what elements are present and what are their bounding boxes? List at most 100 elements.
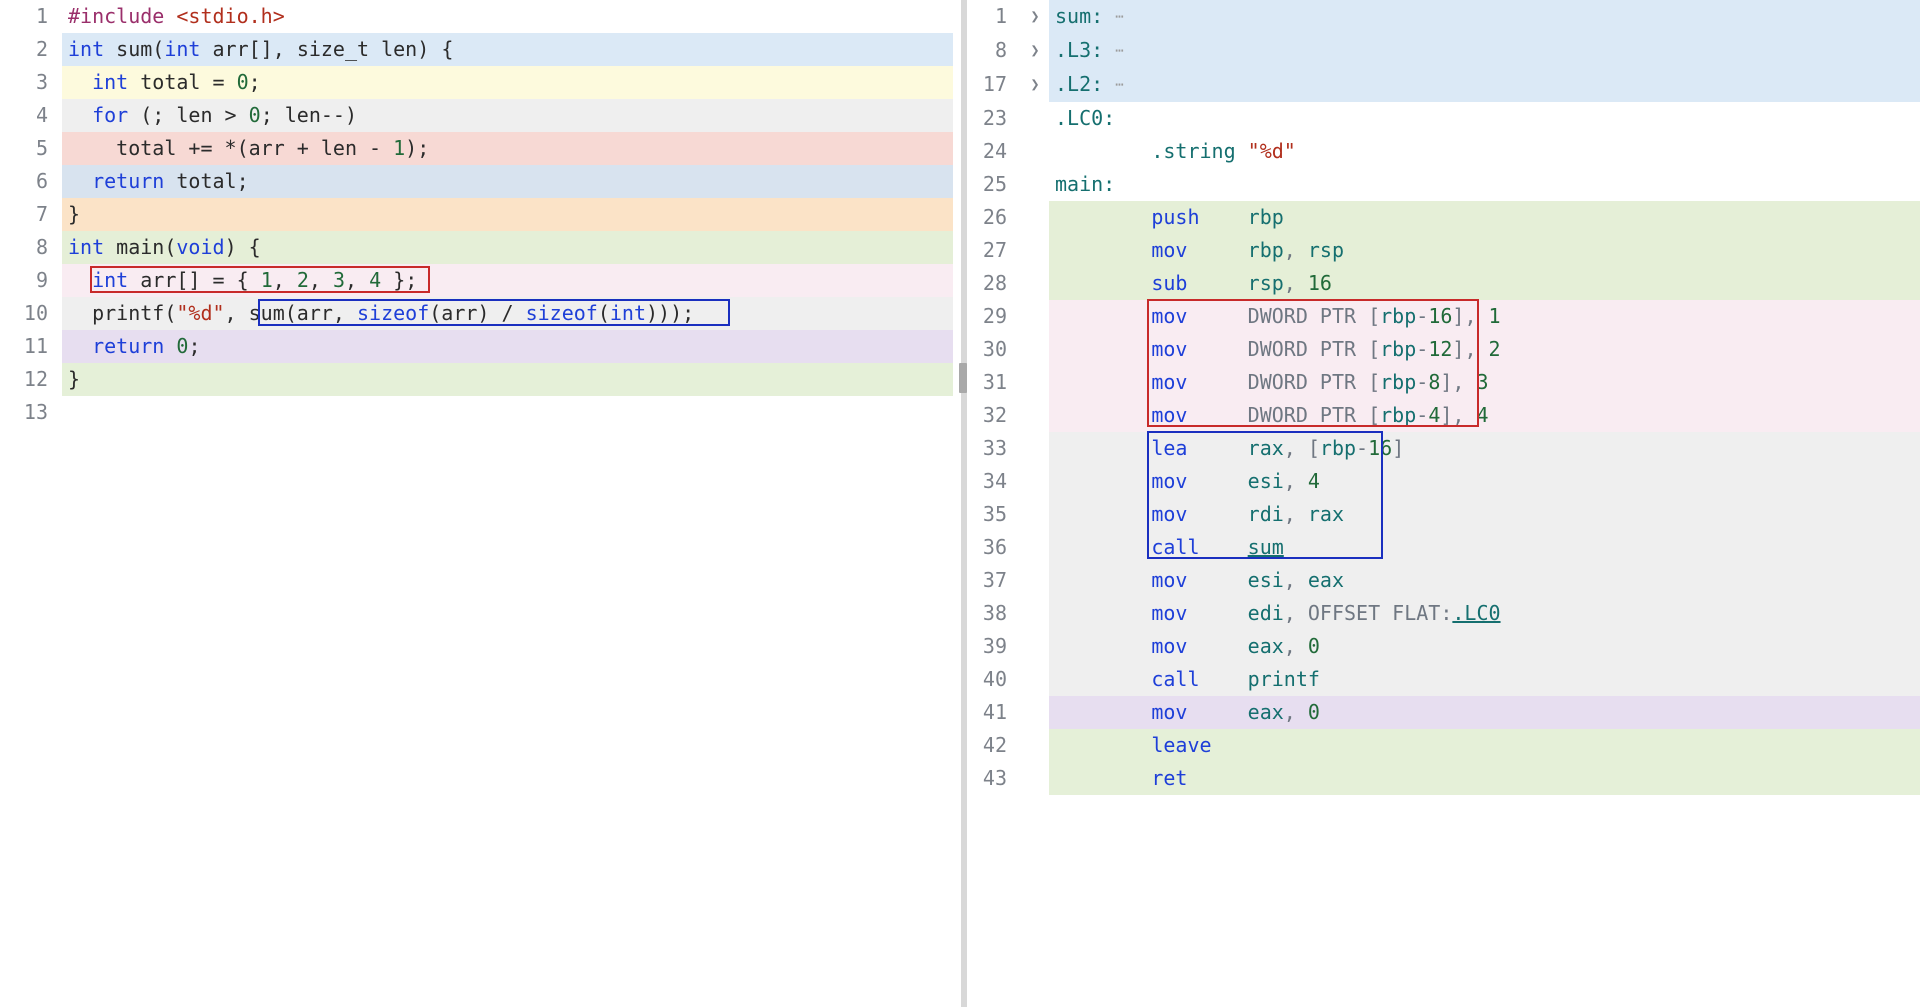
code-content[interactable]: return 0;: [62, 330, 953, 363]
code-content[interactable]: mov edi, OFFSET FLAT:.LC0: [1049, 597, 1920, 630]
code-line[interactable]: 1#include <stdio.h>: [0, 0, 953, 33]
code-line[interactable]: 42 leave: [967, 729, 1920, 762]
code-content[interactable]: }: [62, 363, 953, 396]
code-token: 16: [1308, 271, 1332, 295]
code-line[interactable]: 37 mov esi, eax: [967, 564, 1920, 597]
code-line[interactable]: 8int main(void) {: [0, 231, 953, 264]
code-line[interactable]: 13: [0, 396, 953, 429]
code-content[interactable]: mov eax, 0: [1049, 696, 1920, 729]
code-line[interactable]: 6 return total;: [0, 165, 953, 198]
code-content[interactable]: sum: ⋯: [1049, 0, 1920, 34]
code-token: [1187, 502, 1247, 526]
code-line[interactable]: 9 int arr[] = { 1, 2, 3, 4 };: [0, 264, 953, 297]
code-line[interactable]: 23.LC0:: [967, 102, 1920, 135]
code-line[interactable]: 24 .string "%d": [967, 135, 1920, 168]
code-line[interactable]: 40 call printf: [967, 663, 1920, 696]
code-content[interactable]: .L3: ⋯: [1049, 34, 1920, 68]
code-line[interactable]: 36 call sum: [967, 531, 1920, 564]
code-line[interactable]: 10 printf("%d", sum(arr, sizeof(arr) / s…: [0, 297, 953, 330]
code-token: [1055, 271, 1151, 295]
line-number: 34: [967, 465, 1021, 498]
code-line[interactable]: 25main:: [967, 168, 1920, 201]
code-token: [1187, 304, 1247, 328]
code-line[interactable]: 8❯.L3: ⋯: [967, 34, 1920, 68]
code-line[interactable]: 39 mov eax, 0: [967, 630, 1920, 663]
code-line[interactable]: 32 mov DWORD PTR [rbp-4], 4: [967, 399, 1920, 432]
code-token: size_t: [297, 37, 369, 61]
code-content[interactable]: call printf: [1049, 663, 1920, 696]
code-content[interactable]: .L2: ⋯: [1049, 68, 1920, 102]
code-content[interactable]: int main(void) {: [62, 231, 953, 264]
code-line[interactable]: 3 int total = 0;: [0, 66, 953, 99]
code-token: =: [213, 70, 237, 94]
code-line[interactable]: 4 for (; len > 0; len--): [0, 99, 953, 132]
code-token: .LC0: [1452, 601, 1500, 625]
code-content[interactable]: sub rsp, 16: [1049, 267, 1920, 300]
code-content[interactable]: main:: [1049, 168, 1920, 201]
code-content[interactable]: mov eax, 0: [1049, 630, 1920, 663]
code-line[interactable]: 33 lea rax, [rbp-16]: [967, 432, 1920, 465]
code-content[interactable]: push rbp: [1049, 201, 1920, 234]
code-content[interactable]: lea rax, [rbp-16]: [1049, 432, 1920, 465]
code-content[interactable]: int arr[] = { 1, 2, 3, 4 };: [62, 264, 953, 297]
code-content[interactable]: #include <stdio.h>: [62, 0, 953, 33]
code-content[interactable]: mov rdi, rax: [1049, 498, 1920, 531]
splitter-handle-icon[interactable]: [959, 363, 967, 393]
code-token: rbp: [1320, 436, 1356, 460]
code-line[interactable]: 29 mov DWORD PTR [rbp-16], 1: [967, 300, 1920, 333]
code-content[interactable]: mov DWORD PTR [rbp-12], 2: [1049, 333, 1920, 366]
code-content[interactable]: ret: [1049, 762, 1920, 795]
code-content[interactable]: }: [62, 198, 953, 231]
code-line[interactable]: 12}: [0, 363, 953, 396]
code-line[interactable]: 1❯sum: ⋯: [967, 0, 1920, 34]
code-content[interactable]: mov DWORD PTR [rbp-8], 3: [1049, 366, 1920, 399]
code-line[interactable]: 17❯.L2: ⋯: [967, 68, 1920, 102]
code-content[interactable]: [62, 396, 953, 429]
code-content[interactable]: mov esi, 4: [1049, 465, 1920, 498]
code-line[interactable]: 27 mov rbp, rsp: [967, 234, 1920, 267]
fold-chevron-icon[interactable]: ❯: [1021, 68, 1049, 102]
code-token: int: [92, 268, 140, 292]
code-content[interactable]: int sum(int arr[], size_t len) {: [62, 33, 953, 66]
assembly-pane[interactable]: 1❯sum: ⋯8❯.L3: ⋯17❯.L2: ⋯23.LC0:24 .stri…: [967, 0, 1920, 1007]
code-line[interactable]: 5 total += *(arr + len - 1);: [0, 132, 953, 165]
code-line[interactable]: 28 sub rsp, 16: [967, 267, 1920, 300]
code-content[interactable]: .string "%d": [1049, 135, 1920, 168]
code-content[interactable]: for (; len > 0; len--): [62, 99, 953, 132]
code-content[interactable]: mov rbp, rsp: [1049, 234, 1920, 267]
code-line[interactable]: 7}: [0, 198, 953, 231]
code-line[interactable]: 2int sum(int arr[], size_t len) {: [0, 33, 953, 66]
code-content[interactable]: printf("%d", sum(arr, sizeof(arr) / size…: [62, 297, 953, 330]
code-content[interactable]: total += *(arr + len - 1);: [62, 132, 953, 165]
code-line[interactable]: 30 mov DWORD PTR [rbp-12], 2: [967, 333, 1920, 366]
code-content[interactable]: mov DWORD PTR [rbp-4], 4: [1049, 399, 1920, 432]
code-content[interactable]: mov DWORD PTR [rbp-16], 1: [1049, 300, 1920, 333]
line-number: 6: [0, 165, 62, 198]
code-line[interactable]: 35 mov rdi, rax: [967, 498, 1920, 531]
code-token: ,: [1284, 271, 1308, 295]
code-token: ) {: [417, 37, 453, 61]
fold-chevron-icon[interactable]: ❯: [1021, 34, 1049, 68]
fold-chevron-icon: [1021, 498, 1049, 531]
fold-chevron-icon[interactable]: ❯: [1021, 0, 1049, 34]
code-content[interactable]: int total = 0;: [62, 66, 953, 99]
code-content[interactable]: leave: [1049, 729, 1920, 762]
code-content[interactable]: .LC0:: [1049, 102, 1920, 135]
code-line[interactable]: 26 push rbp: [967, 201, 1920, 234]
code-token: <stdio.h>: [176, 4, 284, 28]
code-line[interactable]: 43 ret: [967, 762, 1920, 795]
code-line[interactable]: 38 mov edi, OFFSET FLAT:.LC0: [967, 597, 1920, 630]
code-line[interactable]: 34 mov esi, 4: [967, 465, 1920, 498]
code-line[interactable]: 11 return 0;: [0, 330, 953, 363]
code-token: .string: [1151, 139, 1247, 163]
code-line[interactable]: 41 mov eax, 0: [967, 696, 1920, 729]
code-token: ,: [309, 268, 333, 292]
code-content[interactable]: return total;: [62, 165, 953, 198]
source-pane[interactable]: 1#include <stdio.h>2int sum(int arr[], s…: [0, 0, 953, 1007]
code-line[interactable]: 31 mov DWORD PTR [rbp-8], 3: [967, 366, 1920, 399]
pane-splitter[interactable]: [953, 0, 967, 1007]
code-content[interactable]: mov esi, eax: [1049, 564, 1920, 597]
fold-chevron-icon: [1021, 630, 1049, 663]
code-content[interactable]: call sum: [1049, 531, 1920, 564]
fold-chevron-icon: [1021, 696, 1049, 729]
